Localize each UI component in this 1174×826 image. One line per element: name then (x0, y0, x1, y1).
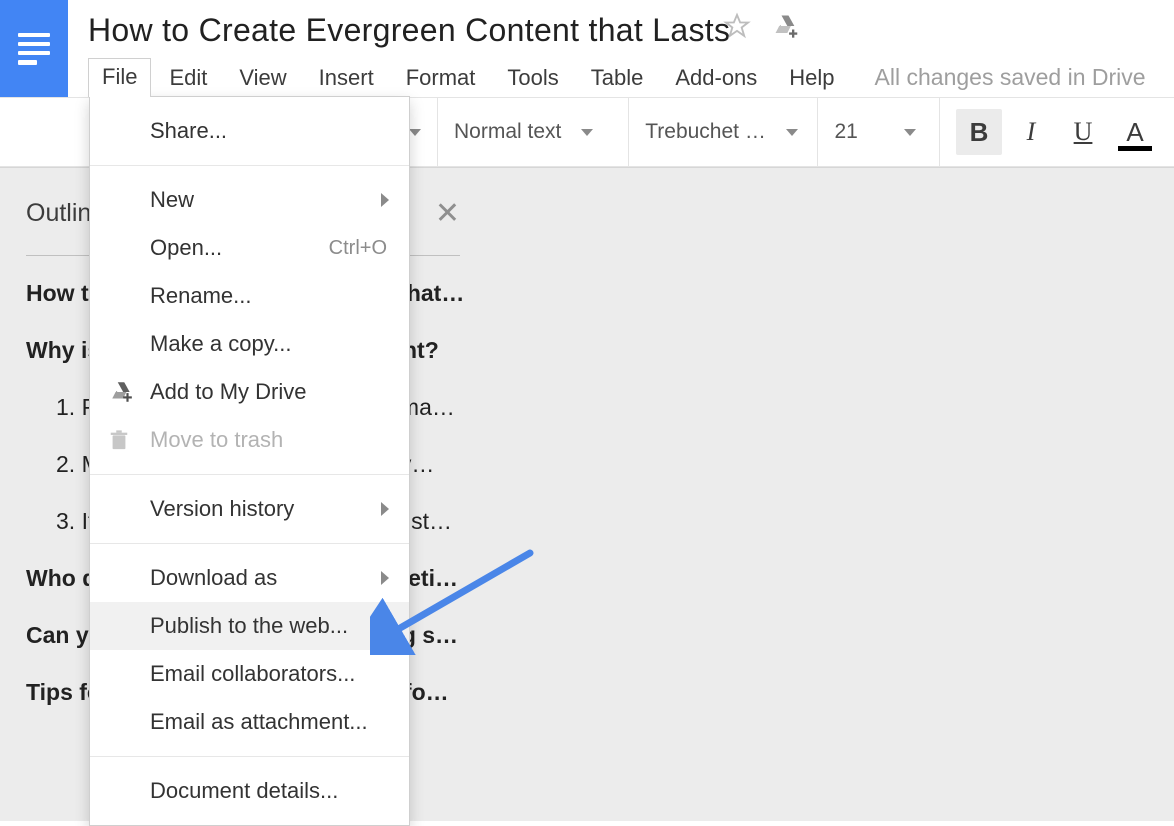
italic-button[interactable]: I (1008, 109, 1054, 155)
file-open[interactable]: Open... Ctrl+O (90, 224, 409, 272)
submenu-caret-icon (381, 193, 389, 207)
menu-bar: File Edit View Insert Format Tools Table… (88, 58, 1174, 97)
font-size-dropdown[interactable]: 21 (834, 120, 915, 144)
menu-view[interactable]: View (225, 59, 300, 97)
docs-app-icon[interactable] (0, 0, 68, 97)
caret-down-icon (581, 129, 593, 136)
font-family-label: Trebuchet … (645, 120, 766, 144)
file-move-to-trash-label: Move to trash (150, 427, 283, 453)
file-download-as-label: Download as (150, 565, 277, 591)
bold-button[interactable]: B (956, 109, 1002, 155)
file-add-to-drive-label: Add to My Drive (150, 379, 307, 405)
file-email-attachment[interactable]: Email as attachment... (90, 698, 409, 746)
menu-file[interactable]: File (88, 58, 151, 97)
file-dropdown: Share... New Open... Ctrl+O Rename... Ma… (89, 96, 410, 826)
file-version-history[interactable]: Version history (90, 485, 409, 533)
file-new[interactable]: New (90, 176, 409, 224)
menu-edit[interactable]: Edit (155, 59, 221, 97)
text-color-button[interactable]: A (1112, 109, 1158, 155)
menu-help[interactable]: Help (775, 59, 848, 97)
file-add-to-drive[interactable]: Add to My Drive (90, 368, 409, 416)
add-to-drive-icon[interactable] (771, 12, 799, 40)
paragraph-style-label: Normal text (454, 120, 561, 144)
font-family-dropdown[interactable]: Trebuchet … (645, 120, 798, 144)
file-document-details[interactable]: Document details... (90, 767, 409, 815)
caret-down-icon (786, 129, 798, 136)
menu-tools[interactable]: Tools (493, 59, 572, 97)
file-open-label: Open... (150, 235, 222, 261)
file-publish-to-web[interactable]: Publish to the web... (90, 602, 409, 650)
file-email-collaborators[interactable]: Email collaborators... (90, 650, 409, 698)
paragraph-style-dropdown[interactable]: Normal text (454, 120, 593, 144)
file-new-label: New (150, 187, 194, 213)
file-download-as[interactable]: Download as (90, 554, 409, 602)
text-color-glyph: A (1126, 117, 1143, 148)
document-title[interactable]: How to Create Evergreen Content that Las… (88, 10, 1174, 54)
star-icon[interactable] (723, 12, 751, 40)
submenu-caret-icon (381, 502, 389, 516)
save-status: All changes saved in Drive (875, 64, 1146, 91)
file-version-history-label: Version history (150, 496, 294, 522)
font-size-value: 21 (834, 120, 857, 144)
file-open-shortcut: Ctrl+O (329, 237, 387, 260)
drive-add-icon (108, 379, 134, 405)
close-icon[interactable]: ✕ (435, 196, 460, 231)
menu-format[interactable]: Format (392, 59, 490, 97)
docs-logo-icon (14, 29, 54, 69)
menu-insert[interactable]: Insert (305, 59, 388, 97)
file-move-to-trash: Move to trash (90, 416, 409, 464)
text-color-bar (1118, 146, 1152, 151)
submenu-caret-icon (381, 571, 389, 585)
file-share[interactable]: Share... (90, 107, 409, 155)
menu-addons[interactable]: Add-ons (661, 59, 771, 97)
header: How to Create Evergreen Content that Las… (0, 0, 1174, 97)
underline-button[interactable]: U (1060, 109, 1106, 155)
caret-down-icon (904, 129, 916, 136)
menu-table[interactable]: Table (577, 59, 658, 97)
file-rename[interactable]: Rename... (90, 272, 409, 320)
file-make-copy[interactable]: Make a copy... (90, 320, 409, 368)
caret-down-icon[interactable] (409, 129, 421, 136)
trash-icon (108, 428, 130, 452)
